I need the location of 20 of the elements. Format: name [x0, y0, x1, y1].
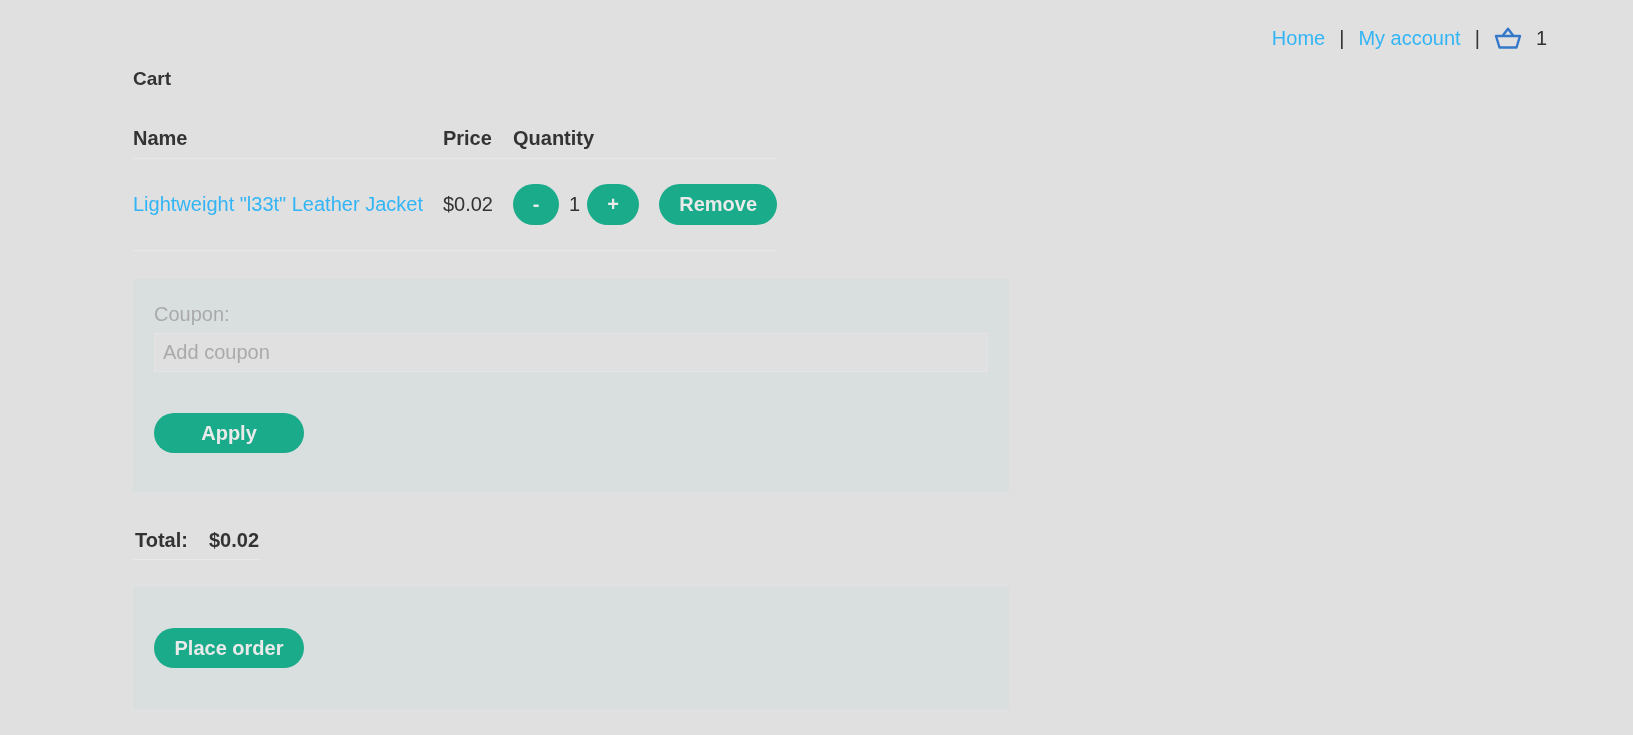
- column-header: Quantity: [513, 126, 595, 149]
- increase-button[interactable]: +: [587, 184, 640, 225]
- cart-heading: Cart: [133, 68, 171, 90]
- column-header: Price: [442, 126, 492, 149]
- nav-separator: |: [1474, 26, 1480, 50]
- basket-icon[interactable]: [1493, 27, 1522, 49]
- product-link[interactable]: Lightweight "l33t" Leather Jacket: [133, 193, 423, 215]
- price-text: $0.02: [442, 193, 493, 215]
- nav-link[interactable]: My account: [1358, 26, 1461, 50]
- total-label: Total:: [135, 529, 188, 551]
- quantity-value: 1: [569, 193, 581, 216]
- cart-count: 1: [1535, 26, 1547, 50]
- nav-link[interactable]: Home: [1271, 26, 1326, 50]
- remove-button[interactable]: Remove: [659, 184, 778, 225]
- place-order-button[interactable]: Place order: [154, 628, 304, 668]
- total-value: $0.02: [208, 529, 259, 551]
- apply-button[interactable]: Apply: [154, 413, 304, 453]
- decrease-button[interactable]: -: [513, 184, 559, 225]
- nav-separator: |: [1339, 26, 1345, 50]
- column-header: Name: [133, 126, 188, 149]
